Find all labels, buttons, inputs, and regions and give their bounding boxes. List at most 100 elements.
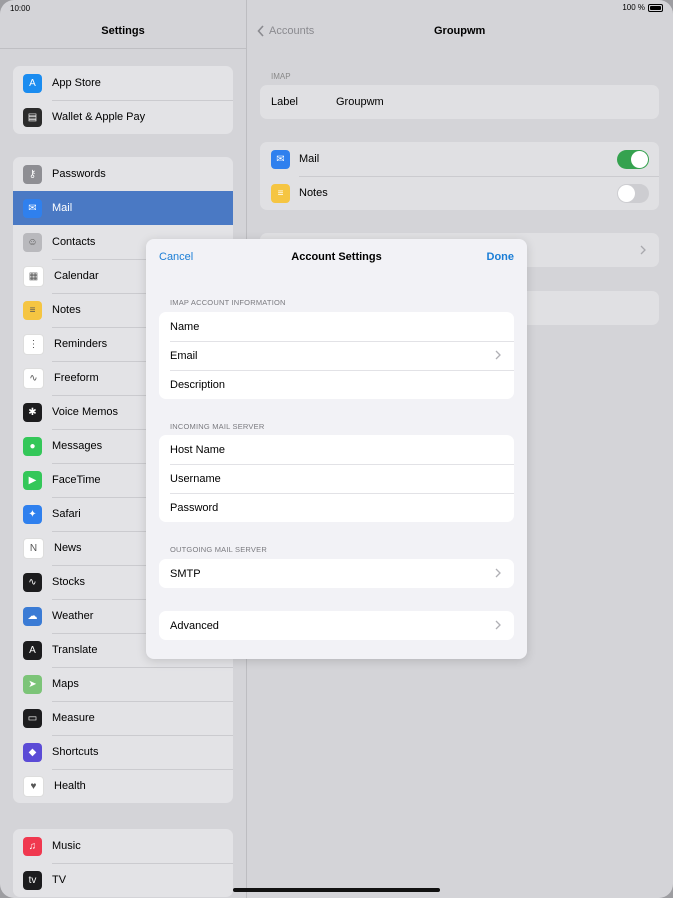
host-name-row[interactable]: Host Name bbox=[159, 435, 514, 464]
label-key: Label bbox=[271, 96, 298, 108]
imap-section-header: IMAP bbox=[271, 72, 291, 81]
facetime-icon: ▶ bbox=[23, 470, 42, 490]
status-bar: 10:00 100 % bbox=[0, 0, 673, 16]
notes-icon: ≡ bbox=[23, 300, 42, 320]
sidebar-item-label: Wallet & Apple Pay bbox=[52, 111, 146, 123]
ipad-screen: 10:00 100 % Settings A App Store ▤ Wallet &… bbox=[0, 0, 673, 898]
chevron-right-icon bbox=[495, 620, 501, 630]
sidebar-item-label: Calendar bbox=[54, 270, 99, 282]
status-time: 10:00 bbox=[10, 4, 31, 13]
settings-group: Host Name Username Password bbox=[159, 435, 514, 522]
section-header: OUTGOING MAIL SERVER bbox=[170, 545, 267, 554]
sheet-title: Account Settings bbox=[291, 251, 382, 263]
sidebar-item-wallet-apple-pay[interactable]: ▤ Wallet & Apple Pay bbox=[13, 100, 233, 134]
row-divider bbox=[299, 176, 659, 177]
mail-icon: ✉ bbox=[271, 150, 290, 169]
stocks-icon: ∿ bbox=[23, 572, 42, 592]
key-icon: ⚷ bbox=[23, 164, 42, 184]
label-value: Groupwm bbox=[336, 96, 384, 108]
sidebar-item-shortcuts[interactable]: ◆ Shortcuts bbox=[13, 735, 233, 769]
chevron-right-icon bbox=[495, 350, 501, 360]
sidebar-item-label: News bbox=[54, 542, 82, 554]
sidebar-item-passwords[interactable]: ⚷ Passwords bbox=[13, 157, 233, 191]
advanced-row[interactable]: Advanced bbox=[159, 611, 514, 640]
voice-memos-icon: ✱ bbox=[23, 402, 42, 422]
row-label: Name bbox=[170, 320, 200, 333]
name-row[interactable]: Name bbox=[159, 312, 514, 341]
maps-icon: ➤ bbox=[23, 674, 42, 694]
sidebar-item-health[interactable]: ♥ Health bbox=[13, 769, 233, 803]
sidebar-item-label: TV bbox=[52, 874, 67, 886]
sidebar-item-label: Contacts bbox=[52, 236, 96, 248]
cancel-button[interactable]: Cancel bbox=[159, 251, 193, 263]
mail-icon: ✉ bbox=[23, 198, 42, 218]
chevron-left-icon bbox=[257, 25, 264, 37]
notes-service-label: Notes bbox=[299, 187, 328, 199]
battery-icon bbox=[648, 3, 663, 12]
sidebar-item-label: Shortcuts bbox=[52, 746, 99, 758]
email-row[interactable]: Email bbox=[159, 341, 514, 370]
sidebar-item-app-store[interactable]: A App Store bbox=[13, 66, 233, 100]
sidebar-item-label: Measure bbox=[52, 712, 95, 724]
sidebar-item-label: Stocks bbox=[52, 576, 86, 588]
settings-group: Advanced bbox=[159, 611, 514, 640]
back-button[interactable]: Accounts bbox=[257, 25, 314, 37]
pane-title: Groupwm bbox=[434, 25, 486, 37]
username-row[interactable]: Username bbox=[159, 464, 514, 493]
mail-toggle[interactable] bbox=[617, 150, 649, 169]
row-label: Password bbox=[170, 501, 219, 514]
calendar-icon: ▦ bbox=[23, 265, 44, 287]
translate-icon: A bbox=[23, 640, 42, 660]
sidebar-item-label: Notes bbox=[52, 304, 81, 316]
battery-percent: 100 % bbox=[622, 3, 645, 12]
section-header: IMAP ACCOUNT INFORMATION bbox=[170, 298, 286, 307]
home-indicator[interactable] bbox=[233, 888, 440, 892]
music-icon: ♫ bbox=[23, 836, 42, 856]
account-settings-sheet: Account Settings Cancel Done IMAP ACCOUN… bbox=[146, 239, 527, 659]
news-icon: N bbox=[23, 537, 44, 559]
sidebar-item-label: Passwords bbox=[52, 168, 106, 180]
notes-icon: ≡ bbox=[271, 184, 290, 203]
sidebar-item-measure[interactable]: ▭ Measure bbox=[13, 701, 233, 735]
row-label: Username bbox=[170, 472, 221, 485]
sidebar-group-media: ♫ Music tv TV bbox=[13, 829, 233, 897]
sidebar-item-label: Safari bbox=[52, 508, 81, 520]
label-row[interactable]: Label Groupwm bbox=[260, 85, 659, 119]
sidebar-item-label: Voice Memos bbox=[52, 406, 119, 418]
health-icon: ♥ bbox=[23, 775, 44, 797]
safari-icon: ✦ bbox=[23, 504, 42, 524]
messages-icon: ● bbox=[23, 436, 42, 456]
sidebar-item-label: Maps bbox=[52, 678, 79, 690]
sidebar-divider bbox=[0, 48, 246, 49]
sidebar-title: Settings bbox=[101, 25, 145, 37]
tv-icon: tv bbox=[23, 870, 42, 890]
row-label: SMTP bbox=[170, 567, 201, 580]
section-header: INCOMING MAIL SERVER bbox=[170, 422, 265, 431]
sidebar-item-mail[interactable]: ✉ Mail bbox=[13, 191, 233, 225]
sidebar-item-label: Health bbox=[54, 780, 86, 792]
notes-toggle[interactable] bbox=[617, 184, 649, 203]
smtp-row[interactable]: SMTP bbox=[159, 559, 514, 588]
sidebar-item-label: Messages bbox=[52, 440, 103, 452]
settings-group: SMTP bbox=[159, 559, 514, 588]
sidebar-item-music[interactable]: ♫ Music bbox=[13, 829, 233, 863]
description-row[interactable]: Description bbox=[159, 370, 514, 399]
sidebar-item-label: FaceTime bbox=[52, 474, 101, 486]
sidebar-group-store: A App Store ▤ Wallet & Apple Pay bbox=[13, 66, 233, 134]
chevron-right-icon bbox=[495, 568, 501, 578]
weather-icon: ☁ bbox=[23, 606, 42, 626]
reminders-icon: ⋮ bbox=[23, 333, 44, 355]
sidebar-item-maps[interactable]: ➤ Maps bbox=[13, 667, 233, 701]
row-label: Description bbox=[170, 378, 226, 391]
contacts-icon: ☺ bbox=[23, 232, 42, 252]
sidebar-item-label: Music bbox=[52, 840, 81, 852]
password-row[interactable]: Password bbox=[159, 493, 514, 522]
settings-group: Name Email Description bbox=[159, 312, 514, 399]
toggle-knob bbox=[618, 185, 635, 202]
sidebar-item-tv[interactable]: tv TV bbox=[13, 863, 233, 897]
toggle-knob bbox=[631, 151, 648, 168]
back-label: Accounts bbox=[269, 25, 315, 37]
done-button[interactable]: Done bbox=[487, 251, 515, 263]
sidebar-item-label: Freeform bbox=[54, 372, 99, 384]
wallet-icon: ▤ bbox=[23, 107, 42, 127]
